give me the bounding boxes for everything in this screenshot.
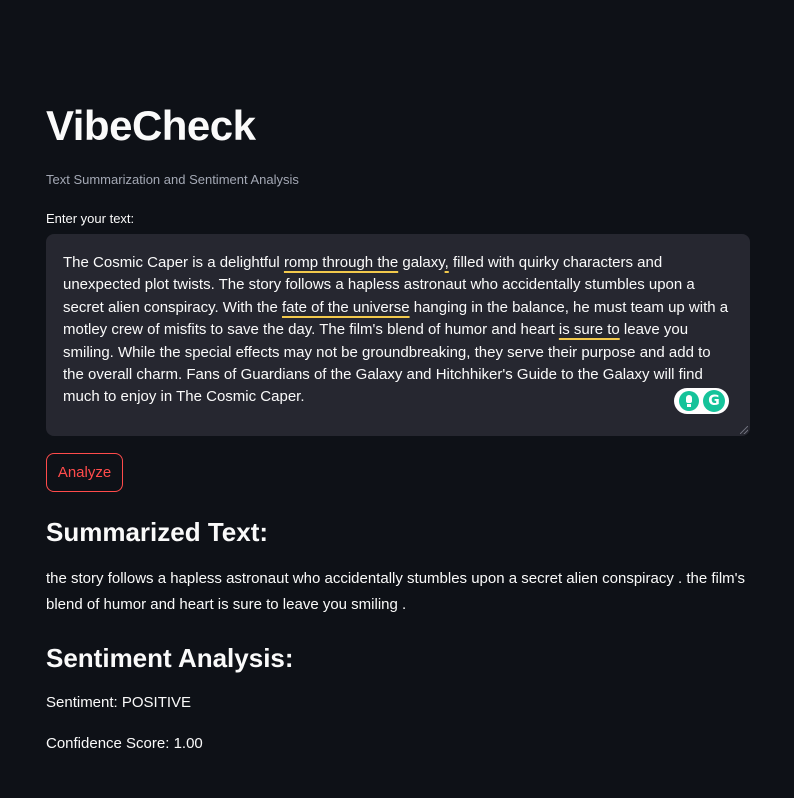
summary-text: the story follows a hapless astronaut wh… xyxy=(46,570,746,613)
text-input-label: Enter your text: xyxy=(46,211,135,226)
grammarly-logo-icon[interactable]: G xyxy=(703,390,725,412)
flagged-phrase[interactable]: romp through the xyxy=(284,254,398,271)
flagged-phrase[interactable]: is sure to xyxy=(559,321,620,338)
text-input-area[interactable]: The Cosmic Caper is a delightful romp th… xyxy=(46,234,750,436)
grammarly-badge[interactable]: G xyxy=(674,388,729,414)
text-segment: galaxy xyxy=(398,254,445,271)
sentiment-result: Sentiment: POSITIVE xyxy=(46,694,192,711)
flagged-phrase[interactable]: fate of the universe xyxy=(282,299,410,316)
app-main: VibeCheck Text Summarization and Sentime… xyxy=(0,0,794,798)
confidence-score: Confidence Score: 1.00 xyxy=(46,735,203,752)
page-subtitle: Text Summarization and Sentiment Analysi… xyxy=(46,172,299,187)
sentiment-heading: Sentiment Analysis: xyxy=(46,643,294,673)
analyze-button[interactable]: Analyze xyxy=(46,453,123,492)
resize-handle[interactable] xyxy=(740,426,748,434)
lightbulb-icon[interactable] xyxy=(679,391,699,411)
summary-heading: Summarized Text: xyxy=(46,517,269,547)
page-title: VibeCheck xyxy=(46,102,256,149)
text-segment: The Cosmic Caper is a delightful xyxy=(63,254,284,271)
